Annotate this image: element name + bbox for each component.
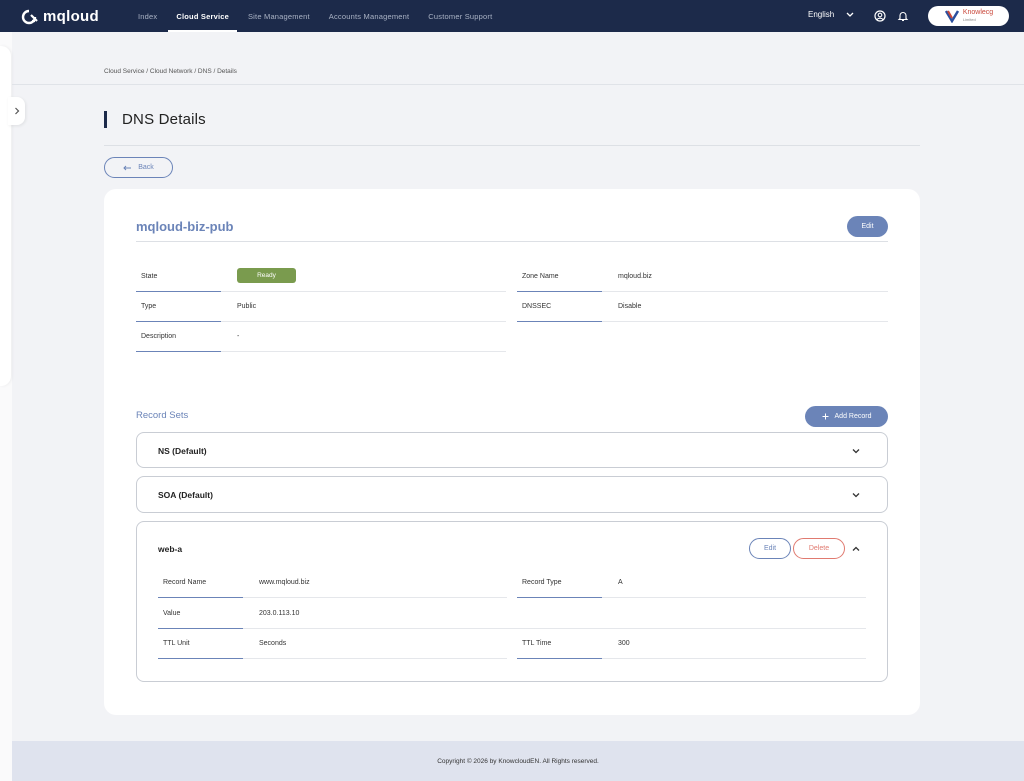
chevron-down-icon[interactable]: [851, 446, 861, 456]
chevron-down-icon: [846, 12, 854, 17]
main-menu: Index Cloud Service Site Management Acco…: [130, 0, 503, 32]
company-logo[interactable]: Knowlecg Limited: [928, 6, 1009, 26]
record-type-label: Record Type: [517, 568, 602, 598]
nav-customer-support[interactable]: Customer Support: [420, 0, 500, 32]
zone-name-label: Zone Name: [517, 262, 602, 292]
arrow-left-icon: [123, 165, 132, 170]
copyright-text: Copyright © 2026 by KnowcloudEN. All Rig…: [437, 757, 599, 765]
plus-icon: [822, 413, 829, 420]
chevron-down-icon[interactable]: [851, 490, 861, 500]
ttl-unit-label: TTL Unit: [158, 629, 243, 659]
description-value: -: [237, 333, 240, 340]
ttl-time-label: TTL Time: [517, 629, 602, 659]
dnssec-value: Disable: [618, 303, 642, 310]
dnssec-label: DNSSEC: [517, 292, 602, 322]
record-set-ns[interactable]: NS (Default): [136, 432, 888, 468]
nav-accounts-management[interactable]: Accounts Management: [321, 0, 418, 32]
divider: [12, 84, 1024, 85]
company-name-text: Knowlecg: [962, 9, 994, 16]
type-label: Type: [136, 292, 221, 322]
record-name-value: www.mqloud.biz: [259, 579, 310, 586]
state-value: Ready: [237, 262, 296, 292]
delete-record-button[interactable]: Delete: [793, 538, 845, 559]
footer: Copyright © 2026 by KnowcloudEN. All Rig…: [12, 741, 1024, 781]
breadcrumb: Cloud Service / Cloud Network / DNS / De…: [104, 68, 237, 75]
title-accent-bar: [104, 111, 107, 128]
nav-index[interactable]: Index: [130, 0, 165, 32]
record-row-name: Record Name www.mqloud.biz: [158, 568, 507, 598]
page-title: DNS Details: [122, 111, 206, 128]
type-value: Public: [237, 303, 257, 310]
divider: [136, 241, 888, 242]
company-logo-icon: [944, 10, 959, 23]
detail-row-type: Type Public: [136, 292, 506, 322]
zone-title: mqloud-biz-pub: [136, 219, 234, 234]
row-divider: [602, 321, 888, 322]
company-name-sub: Limited: [962, 17, 976, 22]
chevron-right-icon: [14, 107, 19, 115]
logo-text: mqloud: [43, 8, 99, 25]
status-badge: Ready: [237, 267, 296, 283]
zone-name-value: mqloud.biz: [618, 273, 652, 280]
record-set-name: SOA (Default): [158, 490, 213, 500]
record-set-soa[interactable]: SOA (Default): [136, 476, 888, 513]
add-record-label: Add Record: [834, 413, 872, 420]
back-button-label: Back: [138, 164, 154, 171]
record-sets-title: Record Sets: [136, 410, 189, 421]
logo[interactable]: mqloud: [21, 8, 99, 25]
sidebar-toggle[interactable]: [8, 97, 25, 125]
detail-row-dnssec: DNSSEC Disable: [517, 292, 888, 322]
row-divider: [221, 351, 506, 352]
user-icon[interactable]: [874, 10, 886, 22]
record-row-ttl-unit: TTL Unit Seconds: [158, 629, 507, 659]
row-divider: [602, 658, 866, 659]
language-selector[interactable]: English: [808, 10, 854, 19]
row-divider: [243, 597, 507, 598]
dns-detail-card: mqloud-biz-pub Edit State Ready Type Pub…: [104, 189, 920, 715]
record-row-value: Value 203.0.113.10: [158, 599, 866, 629]
value-value: 203.0.113.10: [259, 610, 300, 617]
state-label: State: [136, 262, 221, 292]
record-set-name: NS (Default): [158, 446, 207, 456]
nav-cloud-service[interactable]: Cloud Service: [168, 0, 237, 32]
add-record-button[interactable]: Add Record: [805, 406, 888, 427]
row-divider: [602, 597, 866, 598]
logo-icon: [21, 9, 38, 24]
detail-row-state: State Ready: [136, 262, 506, 292]
chevron-up-icon[interactable]: [851, 544, 861, 554]
divider: [104, 145, 920, 146]
bell-icon[interactable]: [897, 10, 909, 22]
record-set-name: web-a: [158, 544, 183, 554]
value-label: Value: [158, 599, 243, 629]
page-header: DNS Details: [104, 111, 206, 128]
record-set-web-a: web-a Edit Delete Record Name www.mqloud…: [136, 521, 888, 682]
detail-row-zone-name: Zone Name mqloud.biz: [517, 262, 888, 292]
record-type-value: A: [618, 579, 623, 586]
edit-zone-button[interactable]: Edit: [847, 216, 888, 237]
ttl-unit-value: Seconds: [259, 640, 287, 647]
top-navigation: mqloud Index Cloud Service Site Manageme…: [0, 0, 1024, 32]
language-label: English: [808, 10, 835, 19]
edit-record-button[interactable]: Edit: [749, 538, 791, 559]
detail-row-description: Description -: [136, 322, 506, 352]
description-label: Description: [136, 322, 221, 352]
row-divider: [243, 658, 507, 659]
record-row-ttl-time: TTL Time 300: [517, 629, 866, 659]
record-name-label: Record Name: [158, 568, 243, 598]
back-button[interactable]: Back: [104, 157, 173, 178]
ttl-time-value: 300: [618, 640, 630, 647]
record-row-type: Record Type A: [517, 568, 866, 598]
company-name: Knowlecg Limited: [963, 9, 993, 23]
nav-site-management[interactable]: Site Management: [240, 0, 318, 32]
